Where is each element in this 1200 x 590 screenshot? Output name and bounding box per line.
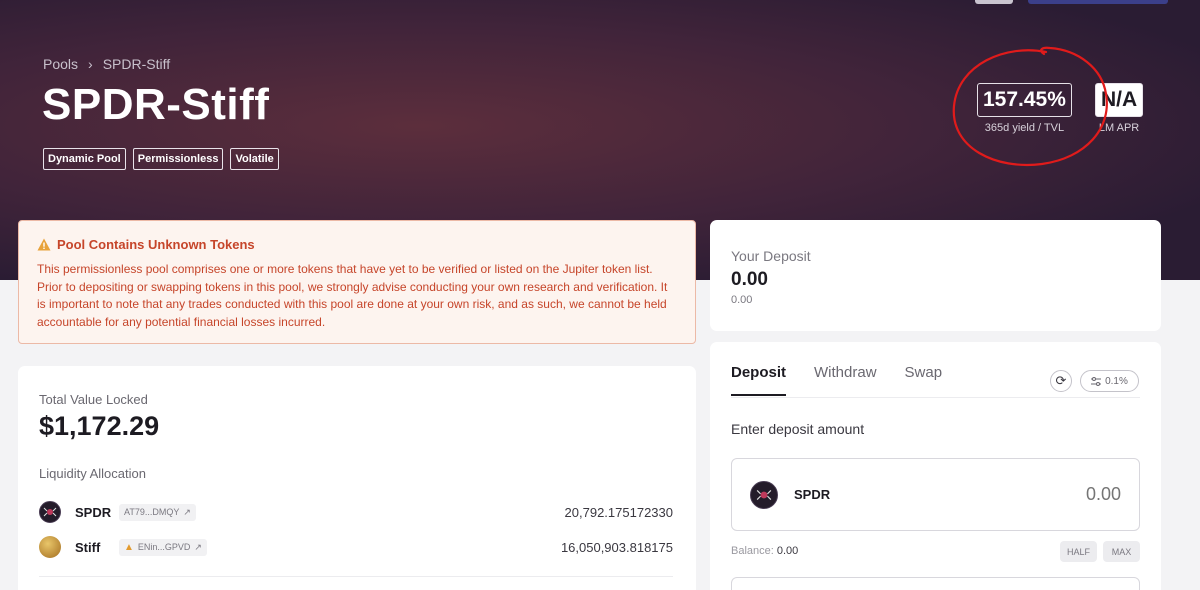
deposit-input-box: SPDR bbox=[731, 458, 1140, 531]
token-address-chip[interactable]: ▲ ENin...GPVD ↗ bbox=[119, 538, 207, 556]
topbar-button[interactable] bbox=[975, 0, 1013, 4]
token-amount: 16,050,903.818175 bbox=[560, 539, 673, 555]
pool-info-card: Total Value Locked $1,172.29 Liquidity A… bbox=[18, 366, 696, 590]
yield-label: 365d yield / TVL bbox=[984, 122, 1065, 134]
second-input-box[interactable] bbox=[731, 577, 1140, 590]
your-deposit-value: 0.00 bbox=[731, 269, 768, 290]
token-amount: 20,792.175172330 bbox=[564, 504, 673, 520]
liquidity-row-stiff: Stiff ▲ ENin...GPVD ↗ 16,050,903.818175 bbox=[39, 536, 673, 558]
external-link-icon: ↗ bbox=[194, 541, 202, 552]
yield-stat: 157.45% 365d yield / TVL bbox=[977, 83, 1072, 134]
tvl-value: $1,172.29 bbox=[39, 411, 160, 441]
slippage-button[interactable]: 0.1% bbox=[1080, 370, 1139, 392]
spdr-token-icon bbox=[750, 480, 778, 509]
your-deposit-label: Your Deposit bbox=[731, 248, 811, 264]
tab-withdraw[interactable]: Withdraw bbox=[814, 364, 877, 396]
token-name: SPDR bbox=[75, 504, 112, 520]
enter-amount-label: Enter deposit amount bbox=[731, 421, 865, 437]
unknown-tokens-alert: Pool Contains Unknown Tokens This permis… bbox=[18, 220, 696, 344]
token-name: Stiff bbox=[75, 539, 101, 555]
tab-deposit[interactable]: Deposit bbox=[731, 364, 787, 396]
token-address: AT79...DMQY bbox=[124, 507, 180, 517]
your-deposit-card: Your Deposit 0.00 0.00 bbox=[710, 220, 1161, 331]
alert-body: This permissionless pool comprises one o… bbox=[37, 262, 668, 329]
warning-icon bbox=[37, 238, 51, 251]
tag-permissionless: Permissionless bbox=[132, 148, 224, 170]
liquidity-row-spdr: SPDR AT79...DMQY ↗ 20,792.175172330 bbox=[39, 501, 673, 523]
liquidity-label: Liquidity Allocation bbox=[39, 466, 146, 481]
settings-sliders-icon bbox=[1091, 376, 1102, 386]
tab-underline bbox=[731, 397, 1140, 398]
balance-label: Balance: bbox=[731, 545, 774, 557]
half-button[interactable]: HALF bbox=[1060, 541, 1097, 562]
stiff-token-icon bbox=[39, 536, 61, 558]
lm-apr-label: LM APR bbox=[1098, 122, 1140, 134]
breadcrumb-pools-link[interactable]: Pools bbox=[43, 56, 78, 72]
chevron-right-icon: › bbox=[88, 56, 93, 72]
token-address-chip[interactable]: AT79...DMQY ↗ bbox=[119, 503, 196, 521]
tag-dynamic-pool: Dynamic Pool bbox=[43, 148, 126, 170]
token-address: ENin...GPVD bbox=[137, 542, 191, 552]
deposit-amount-input[interactable] bbox=[1001, 484, 1121, 505]
deposit-token-name: SPDR bbox=[794, 487, 831, 502]
tag-volatile: Volatile bbox=[230, 148, 279, 170]
balance-value: 0.00 bbox=[776, 545, 799, 557]
pool-tags: Dynamic Pool Permissionless Volatile bbox=[43, 148, 279, 170]
breadcrumb-current: SPDR-Stiff bbox=[102, 56, 171, 72]
slippage-value: 0.1% bbox=[1105, 375, 1128, 387]
page-title: SPDR-Stiff bbox=[42, 80, 270, 129]
lm-apr-value: N/A bbox=[1095, 83, 1144, 117]
lm-apr-stat: N/A LM APR bbox=[1095, 83, 1144, 134]
external-link-icon: ↗ bbox=[183, 506, 191, 517]
trade-card: Deposit Withdraw Swap ⟳ 0.1% Enter depos… bbox=[710, 342, 1161, 590]
breadcrumb: Pools › SPDR-Stiff bbox=[43, 56, 170, 72]
tab-swap[interactable]: Swap bbox=[905, 364, 943, 396]
balance: Balance: 0.00 bbox=[731, 545, 798, 557]
max-button[interactable]: MAX bbox=[1103, 541, 1140, 562]
connect-wallet-button[interactable] bbox=[1028, 0, 1168, 4]
tvl-label: Total Value Locked bbox=[39, 392, 148, 407]
spdr-token-icon bbox=[39, 501, 61, 523]
warning-icon: ▲ bbox=[124, 541, 134, 553]
divider bbox=[39, 576, 673, 577]
alert-title: Pool Contains Unknown Tokens bbox=[37, 237, 677, 252]
trade-tabs: Deposit Withdraw Swap bbox=[731, 364, 1140, 396]
refresh-icon[interactable]: ⟳ bbox=[1050, 370, 1072, 392]
yield-value: 157.45% bbox=[977, 83, 1072, 117]
alert-title-text: Pool Contains Unknown Tokens bbox=[57, 237, 255, 252]
your-deposit-usd: 0.00 bbox=[731, 294, 753, 306]
